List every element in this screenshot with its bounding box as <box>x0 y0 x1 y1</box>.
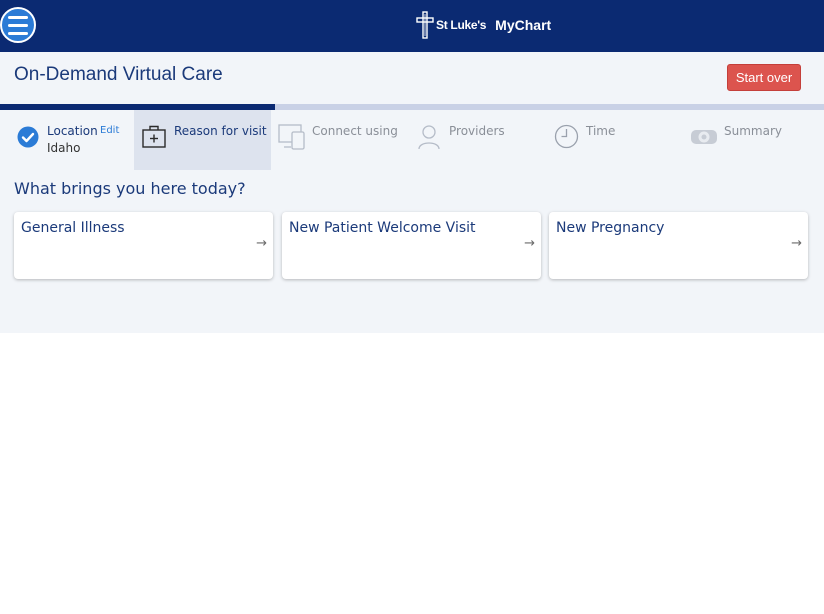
content-area: Location Edit Idaho Reason for visit Con… <box>0 110 824 333</box>
reason-question: What brings you here today? <box>14 179 246 198</box>
arrow-right-icon: → <box>256 236 267 251</box>
step-tracker: Location Edit Idaho Reason for visit Con… <box>0 110 824 170</box>
edit-location-link[interactable]: Edit <box>100 125 119 136</box>
step-providers-label: Providers <box>449 124 505 138</box>
step-location-label: Location <box>47 124 98 138</box>
menu-line <box>8 15 28 19</box>
reason-card-title: New Patient Welcome Visit <box>289 220 476 236</box>
reason-card-new-patient-welcome-visit[interactable]: New Patient Welcome Visit → <box>282 212 541 279</box>
step-summary-label: Summary <box>724 124 782 138</box>
start-over-button[interactable]: Start over <box>727 64 801 91</box>
reason-card-title: General Illness <box>21 220 125 236</box>
hamburger-menu-button[interactable] <box>0 7 36 43</box>
step-location: Location Edit Idaho <box>0 110 134 170</box>
clock-icon <box>554 124 579 149</box>
reason-card-general-illness[interactable]: General Illness → <box>14 212 273 279</box>
person-icon <box>418 125 440 150</box>
top-nav-bar: St Luke's MyChart <box>0 0 824 52</box>
video-icon <box>691 130 717 144</box>
computer-icon <box>278 124 305 150</box>
step-time: Time <box>545 110 682 170</box>
logo-org-name: St Luke's <box>436 18 487 32</box>
step-providers: Providers <box>408 110 545 170</box>
step-connect-using: Connect using <box>271 110 408 170</box>
menu-line <box>8 31 28 35</box>
mychart-logo[interactable]: St Luke's MyChart <box>416 10 551 40</box>
reason-card-new-pregnancy[interactable]: New Pregnancy → <box>549 212 808 279</box>
step-connect-label: Connect using <box>312 124 398 138</box>
st-lukes-cross-icon <box>416 11 434 39</box>
step-reason-for-visit: Reason for visit <box>134 110 271 170</box>
arrow-right-icon: → <box>791 236 802 251</box>
arrow-right-icon: → <box>524 236 535 251</box>
step-location-value: Idaho <box>47 141 81 155</box>
logo-app-name: MyChart <box>495 17 552 33</box>
menu-line <box>8 23 28 27</box>
page-header: On-Demand Virtual Care Start over <box>0 52 824 104</box>
step-time-label: Time <box>586 124 616 138</box>
reason-card-title: New Pregnancy <box>556 220 665 236</box>
step-summary: Summary <box>682 110 824 170</box>
step-reason-label: Reason for visit <box>174 124 267 138</box>
check-circle-icon <box>17 126 39 148</box>
medical-kit-icon <box>142 125 166 148</box>
page-title: On-Demand Virtual Care <box>14 64 223 85</box>
